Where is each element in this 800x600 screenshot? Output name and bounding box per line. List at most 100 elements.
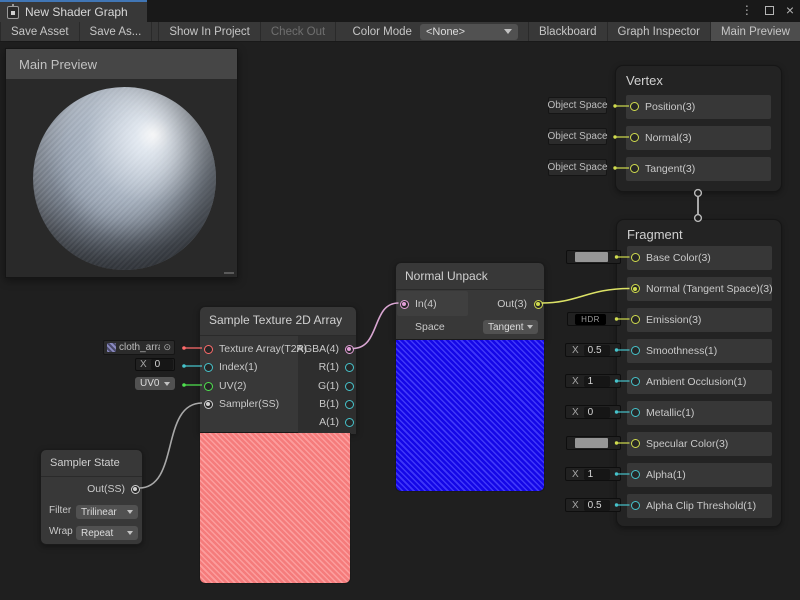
port-normal[interactable] [630, 133, 639, 142]
main-preview-panel[interactable]: Main Preview [5, 48, 238, 278]
alpha-clip-threshold-value[interactable]: 0.5 [584, 500, 610, 511]
chevron-down-icon [504, 29, 512, 34]
index-value[interactable]: 0 [151, 359, 173, 370]
wrap-dropdown[interactable]: Repeat [76, 526, 138, 540]
fragment-slot-alpha-clip[interactable]: Alpha Clip Threshold(1) [627, 494, 772, 518]
emission-hdr-field[interactable]: HDR [567, 312, 621, 326]
vertex-slot-position-label: Position(3) [645, 95, 695, 119]
port-texture-array[interactable] [204, 345, 213, 354]
fragment-slot-metallic-label: Metallic(1) [646, 401, 694, 425]
normal-space-chip[interactable]: Object Space [548, 128, 607, 145]
color-mode-value: <None> [426, 26, 465, 38]
port-r[interactable] [345, 363, 354, 372]
port-base-color[interactable] [631, 253, 640, 262]
graph-inspector-toggle-button[interactable]: Graph Inspector [608, 22, 711, 41]
vertex-slot-position[interactable]: Position(3) [626, 95, 771, 119]
tab-new-shader-graph[interactable]: New Shader Graph [0, 0, 147, 22]
specular-color-swatch[interactable] [566, 436, 621, 450]
index-field[interactable]: X 0 [135, 358, 175, 371]
object-picker-icon[interactable]: ⊙ [163, 342, 171, 353]
port-ambient-occlusion[interactable] [631, 377, 640, 386]
node-sample-texture-2d-array[interactable]: Sample Texture 2D Array Texture Array(T2… [199, 306, 357, 433]
wire-samplerstate-to-sampler[interactable] [139, 403, 202, 488]
metallic-value[interactable]: 0 [584, 407, 610, 418]
position-space-chip[interactable]: Object Space [548, 97, 607, 114]
alpha-field[interactable]: X 1 [565, 467, 621, 481]
metallic-field[interactable]: X 0 [565, 405, 621, 419]
smoothness-field[interactable]: X 0.5 [565, 343, 621, 357]
fragment-slot-metallic[interactable]: Metallic(1) [627, 401, 772, 425]
port-out-ss[interactable] [131, 485, 140, 494]
blackboard-label: Blackboard [539, 26, 597, 38]
save-asset-button[interactable]: Save Asset [0, 22, 80, 41]
port-tangent[interactable] [630, 164, 639, 173]
ambient-occlusion-field[interactable]: X 1 [565, 374, 621, 388]
port-emission[interactable] [631, 315, 640, 324]
blackboard-toggle-button[interactable]: Blackboard [528, 22, 608, 41]
tangent-space-chip[interactable]: Object Space [548, 159, 607, 176]
node-normal-unpack[interactable]: Normal Unpack In(4) Out(3) Space Tangent [395, 262, 545, 340]
sample-texture-preview[interactable] [199, 433, 351, 584]
port-out[interactable] [534, 300, 543, 309]
x-label: X [572, 469, 579, 480]
node-sampler-state[interactable]: Sampler State Out(SS) Filter Trilinear W… [40, 449, 143, 545]
texture-icon [107, 343, 116, 352]
close-icon[interactable]: × [786, 3, 794, 17]
port-uv[interactable] [204, 382, 213, 391]
normal-unpack-preview[interactable] [395, 340, 545, 492]
port-g[interactable] [345, 382, 354, 391]
port-position[interactable] [630, 102, 639, 111]
port-specular-color[interactable] [631, 439, 640, 448]
wire-rgba-to-in[interactable] [353, 303, 399, 349]
vertex-slot-normal[interactable]: Normal(3) [626, 126, 771, 150]
port-metallic[interactable] [631, 408, 640, 417]
port-normal-tangent-space[interactable] [631, 284, 640, 293]
port-index[interactable] [204, 363, 213, 372]
alpha-value[interactable]: 1 [584, 469, 610, 480]
color-mode-dropdown[interactable]: <None> [420, 24, 518, 40]
node-fragment[interactable]: Fragment Base Color(3) Normal (Tangent S… [616, 219, 782, 527]
vertex-slot-tangent[interactable]: Tangent(3) [626, 157, 771, 181]
fragment-slot-ambient-occlusion[interactable]: Ambient Occlusion(1) [627, 370, 772, 394]
port-a[interactable] [345, 418, 354, 427]
vertex-slot-tangent-label: Tangent(3) [645, 157, 695, 181]
preview-sphere[interactable] [33, 87, 216, 270]
fragment-slot-emission[interactable]: Emission(3) [627, 308, 772, 332]
port-in[interactable] [400, 300, 409, 309]
alpha-clip-threshold-field[interactable]: X 0.5 [565, 498, 621, 512]
fragment-slot-specular-color[interactable]: Specular Color(3) [627, 432, 772, 456]
wrap-value: Repeat [81, 528, 113, 539]
uv-channel-dropdown[interactable]: UV0 [135, 377, 175, 390]
port-smoothness[interactable] [631, 346, 640, 355]
fragment-slot-smoothness[interactable]: Smoothness(1) [627, 339, 772, 363]
port-alpha-clip-threshold[interactable] [631, 501, 640, 510]
fragment-slot-base-color[interactable]: Base Color(3) [627, 246, 772, 270]
port-b[interactable] [345, 400, 354, 409]
maximize-icon[interactable] [765, 6, 774, 15]
port-sampler[interactable] [204, 400, 213, 409]
base-color-swatch[interactable] [566, 250, 621, 264]
filter-dropdown[interactable]: Trilinear [76, 505, 138, 519]
chevron-down-icon [127, 510, 133, 514]
ambient-occlusion-value[interactable]: 1 [584, 376, 610, 387]
main-preview-toggle-button[interactable]: Main Preview [711, 22, 800, 41]
x-label: X [572, 376, 579, 387]
show-in-project-button[interactable]: Show In Project [158, 22, 261, 41]
port-rgba[interactable] [345, 345, 354, 354]
space-dropdown[interactable]: Tangent [483, 320, 538, 334]
resize-grip[interactable] [224, 272, 234, 274]
space-label: Space [415, 315, 445, 339]
more-options-icon[interactable]: ⋮ [741, 3, 753, 17]
port-alpha[interactable] [631, 470, 640, 479]
node-vertex[interactable]: Vertex Position(3) Normal(3) Tangent(3) [615, 65, 782, 192]
fragment-slot-alpha[interactable]: Alpha(1) [627, 463, 772, 487]
main-preview-header[interactable]: Main Preview [6, 49, 237, 79]
divider [396, 289, 544, 290]
texture-array-object-field[interactable]: cloth_array ⊙ [103, 340, 175, 355]
smoothness-value[interactable]: 0.5 [584, 345, 610, 356]
space-value: Tangent [488, 322, 524, 333]
save-as-button[interactable]: Save As... [80, 22, 153, 41]
x-label: X [572, 407, 579, 418]
fragment-slot-normal-ts[interactable]: Normal (Tangent Space)(3) [627, 277, 772, 301]
input-sampler-label: Sampler(SS) [219, 392, 279, 416]
